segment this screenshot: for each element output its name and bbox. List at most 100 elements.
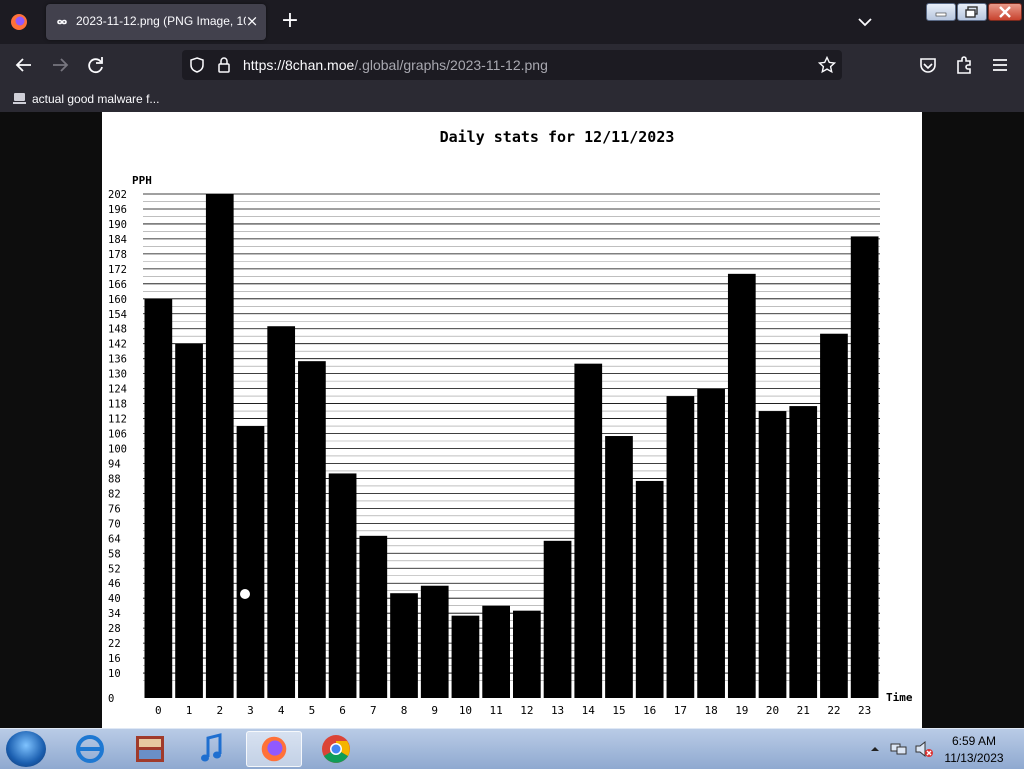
url-text[interactable]: https://8chan.moe/.global/graphs/2023-11… xyxy=(243,57,548,73)
system-tray: 6:59 AM 11/13/2023 xyxy=(866,729,1024,769)
firefox-taskbar-icon[interactable] xyxy=(246,731,302,767)
bar xyxy=(574,363,603,698)
bar xyxy=(451,615,480,698)
x-tick-labels: 0 1 2 3 4 5 6 7 8 9 10 11 12 13 14 15 16 17 18 19 20 21 22 23 xyxy=(155,704,871,717)
url-host: https://8chan.moe xyxy=(243,57,355,73)
extensions-icon[interactable] xyxy=(951,53,977,77)
minimize-button[interactable] xyxy=(926,3,956,21)
x-tick-label: 1 xyxy=(186,704,193,717)
forward-icon[interactable] xyxy=(47,53,73,77)
bar xyxy=(144,298,173,698)
chart-title: Daily stats for 12/11/2023 xyxy=(440,128,675,146)
bar-chart: Daily stats for 12/11/2023 PPH Time 2021… xyxy=(108,128,913,717)
x-tick-label: 4 xyxy=(278,704,285,717)
taskbar: 6:59 AM 11/13/2023 xyxy=(0,728,1024,769)
x-tick-label: 8 xyxy=(401,704,408,717)
bar xyxy=(298,361,326,698)
clock-time[interactable]: 6:59 AM xyxy=(944,734,1004,748)
y-tick-label: 184 xyxy=(108,234,127,246)
tab-close-icon[interactable]: × xyxy=(244,12,260,30)
x-tick-label: 10 xyxy=(459,704,472,717)
list-all-tabs-icon[interactable] xyxy=(856,14,874,30)
zoom-cursor xyxy=(239,588,251,600)
lock-icon[interactable] xyxy=(216,56,232,74)
x-tick-label: 14 xyxy=(582,704,596,717)
bar xyxy=(789,406,818,698)
x-tick-label: 19 xyxy=(735,704,748,717)
close-icon xyxy=(999,6,1011,18)
y-tick-label: 178 xyxy=(108,249,127,261)
x-tick-label: 15 xyxy=(612,704,625,717)
clock-date[interactable]: 11/13/2023 xyxy=(938,751,1010,765)
bars xyxy=(144,194,879,698)
x-tick-label: 6 xyxy=(339,704,346,717)
bookmark-favicon-icon xyxy=(13,93,26,104)
y-tick-label: 64 xyxy=(108,533,121,545)
y-tick-label: 10 xyxy=(108,668,121,680)
y-axis-label: PPH xyxy=(132,174,152,187)
title-bar: 2023-11-12.png (PNG Image, 10 × + xyxy=(0,0,1024,44)
y-tick-label: 112 xyxy=(108,414,127,426)
close-window-button[interactable] xyxy=(988,3,1022,21)
tab-active[interactable]: 2023-11-12.png (PNG Image, 10 × xyxy=(46,4,266,40)
x-tick-label: 21 xyxy=(797,704,810,717)
y-tick-label: 154 xyxy=(108,309,127,321)
y-tick-label: 82 xyxy=(108,488,121,500)
x-tick-label: 0 xyxy=(155,704,162,717)
y-tick-label: 70 xyxy=(108,518,121,530)
bar xyxy=(820,333,848,698)
x-tick-label: 3 xyxy=(247,704,254,717)
y-tick-label: 0 xyxy=(108,693,114,705)
y-tick-label: 100 xyxy=(108,443,127,455)
menu-icon[interactable] xyxy=(987,53,1013,77)
new-tab-button[interactable]: + xyxy=(280,10,300,34)
y-tick-label: 58 xyxy=(108,548,121,560)
bookmark-star-icon[interactable] xyxy=(818,56,836,74)
bar xyxy=(236,426,265,698)
y-tick-label: 94 xyxy=(108,458,121,470)
url-bar[interactable]: https://8chan.moe/.global/graphs/2023-11… xyxy=(182,50,842,80)
bookmarks-toolbar: actual good malware f... xyxy=(0,86,1024,112)
back-icon[interactable] xyxy=(11,53,37,77)
pocket-icon[interactable] xyxy=(915,53,941,77)
reload-icon[interactable] xyxy=(83,53,109,77)
internet-explorer-icon[interactable] xyxy=(62,731,118,767)
restore-icon xyxy=(965,6,978,18)
bar xyxy=(513,610,541,698)
bar xyxy=(328,473,357,698)
bar xyxy=(605,436,633,698)
y-tick-label: 136 xyxy=(108,354,127,366)
restore-button[interactable] xyxy=(957,3,987,21)
bar xyxy=(482,605,510,698)
x-tick-label: 2 xyxy=(216,704,223,717)
y-tick-label: 202 xyxy=(108,189,127,201)
bar xyxy=(697,388,725,698)
y-tick-label: 40 xyxy=(108,593,121,605)
y-tick-label: 106 xyxy=(108,429,127,441)
firefox-icon[interactable] xyxy=(10,13,28,31)
infinity-icon xyxy=(57,19,67,25)
music-icon[interactable] xyxy=(184,731,240,767)
x-tick-label: 20 xyxy=(766,704,779,717)
stats-image: Daily stats for 12/11/2023 PPH Time 202 1… xyxy=(102,112,922,728)
network-icon[interactable] xyxy=(890,741,908,757)
volume-muted-icon[interactable] xyxy=(914,740,934,758)
minimize-icon xyxy=(935,12,947,17)
y-tick-label: 118 xyxy=(108,399,127,411)
y-tick-label: 88 xyxy=(108,473,121,485)
bar xyxy=(390,593,418,698)
x-tick-label: 7 xyxy=(370,704,377,717)
x-tick-label: 9 xyxy=(431,704,438,717)
x-tick-label: 11 xyxy=(490,704,503,717)
shield-icon[interactable] xyxy=(188,56,206,74)
show-hidden-icons-icon[interactable] xyxy=(870,744,880,754)
y-tick-label: 148 xyxy=(108,324,127,336)
chrome-icon[interactable] xyxy=(308,731,364,767)
y-tick-labels: 2021961901841781721661601541481421361301… xyxy=(108,189,127,705)
x-tick-label: 5 xyxy=(309,704,316,717)
start-button[interactable] xyxy=(6,731,46,767)
y-tick-label: 34 xyxy=(108,608,121,620)
x-axis-label: Time xyxy=(886,691,913,704)
y-tick-label: 22 xyxy=(108,638,121,650)
media-center-icon[interactable] xyxy=(122,731,178,767)
